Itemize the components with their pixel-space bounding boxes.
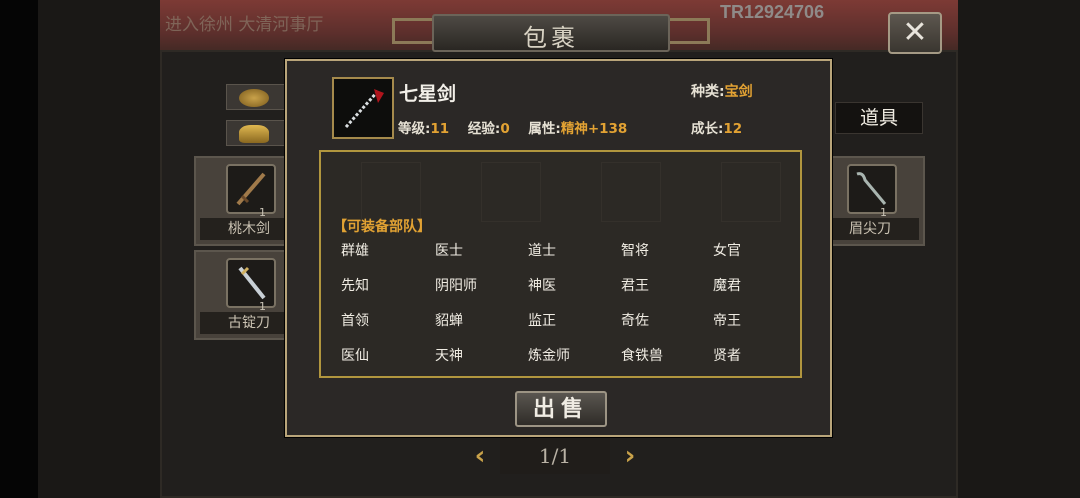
wooden-sword-icon <box>226 164 276 214</box>
troop-name: 智将 <box>621 243 649 259</box>
level-value: 11 <box>430 121 450 137</box>
growth-value: 12 <box>723 121 743 137</box>
growth-label: 成长: <box>691 121 724 137</box>
background-banner-text: 进入徐州 大清河事厅 <box>165 15 324 35</box>
troop-name: 医仙 <box>341 348 369 364</box>
background-right <box>958 0 1080 498</box>
item-type: 种类:宝剑 <box>691 81 753 101</box>
page-title: 包裹 <box>523 24 579 52</box>
game-scene: 进入徐州 大清河事厅 TR12924706 包裹 ✕ 1038 12 攻击 防 … <box>0 0 1080 498</box>
seven-star-sword-icon <box>332 77 394 139</box>
page-indicator: 1/1 <box>500 438 610 474</box>
exp-value: 0 <box>500 121 510 137</box>
troop-name: 贤者 <box>713 348 741 364</box>
background-slot <box>361 162 421 222</box>
troop-name: 君王 <box>621 278 649 294</box>
item-type-label: 种类: <box>691 84 725 100</box>
item-label: 桃木剑 <box>200 218 298 240</box>
background-slot <box>481 162 541 222</box>
equippable-troops-panel: 【可装备部队】 群雄 医士 道士 智将 女官 先知 阴阳师 神医 君王 魔君 首… <box>319 150 802 378</box>
item-growth: 成长:12 <box>691 117 742 137</box>
next-page-button[interactable]: › <box>620 442 640 470</box>
item-stats: 等级:11 经验:0 属性:精神+138 <box>398 117 641 137</box>
item-detail-popup: 七星剑 种类:宝剑 等级:11 经验:0 属性:精神+138 成长:12 【可装… <box>285 59 832 437</box>
troop-name: 群雄 <box>341 243 369 259</box>
troop-name: 监正 <box>528 313 556 329</box>
troop-name: 神医 <box>528 278 556 294</box>
item-name: 七星剑 <box>399 83 457 105</box>
troop-name: 医士 <box>435 243 463 259</box>
title-plate: 包裹 <box>392 8 710 54</box>
background-slot <box>601 162 661 222</box>
background-left <box>38 0 160 498</box>
background-slot <box>721 162 781 222</box>
exp-label: 经验: <box>467 121 501 137</box>
attribute-value: 精神+138 <box>560 121 628 137</box>
attribute-label: 属性: <box>528 121 561 137</box>
troop-name: 魔君 <box>713 278 741 294</box>
coin-display <box>226 84 286 110</box>
troop-name: 炼金师 <box>528 348 570 364</box>
level-label: 等级: <box>398 121 431 137</box>
item-label: 古锭刀 <box>200 312 298 334</box>
sell-button[interactable]: 出售 <box>515 391 607 427</box>
troop-name: 阴阳师 <box>435 278 477 294</box>
troop-name: 天神 <box>435 348 463 364</box>
glaive-icon <box>847 164 897 214</box>
troop-name: 道士 <box>528 243 556 259</box>
tracking-code: TR12924706 <box>720 2 825 22</box>
troop-name: 帝王 <box>713 313 741 329</box>
ingot-icon <box>239 125 269 143</box>
close-button[interactable]: ✕ <box>888 12 942 54</box>
coin-icon <box>239 89 269 107</box>
troop-name: 先知 <box>341 278 369 294</box>
ingot-display <box>226 120 286 146</box>
prev-page-button[interactable]: ‹ <box>470 442 490 470</box>
ancient-blade-icon <box>226 258 276 308</box>
tab-items[interactable]: 道具 <box>835 102 923 134</box>
troop-name: 奇佐 <box>621 313 649 329</box>
troop-name: 首领 <box>341 313 369 329</box>
item-type-value: 宝剑 <box>724 84 753 100</box>
troop-name: 食铁兽 <box>621 348 663 364</box>
troops-title: 【可装备部队】 <box>333 219 431 235</box>
troop-name: 貂蝉 <box>435 313 463 329</box>
item-label: 眉尖刀 <box>821 218 919 240</box>
troop-name: 女官 <box>713 243 741 259</box>
